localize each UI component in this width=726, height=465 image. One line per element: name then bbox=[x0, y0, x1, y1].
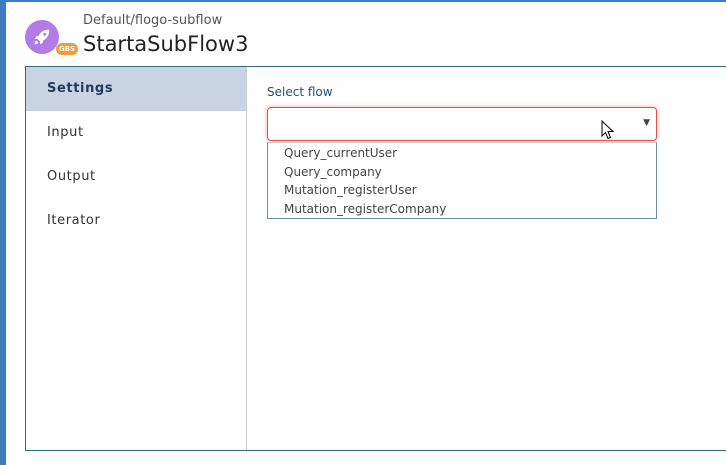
sidebar-item-label: Settings bbox=[47, 81, 114, 96]
chevron-down-icon: ▼ bbox=[643, 118, 650, 128]
sidebar-item-label: Input bbox=[47, 125, 84, 140]
select-flow-dropdown[interactable]: ▼ bbox=[267, 107, 657, 141]
top-accent-bar bbox=[0, 0, 726, 2]
flow-option[interactable]: Mutation_registerUser bbox=[268, 181, 656, 200]
page-title: StartaSubFlow3 bbox=[83, 32, 249, 56]
sidebar-item-settings[interactable]: Settings bbox=[26, 67, 246, 111]
app-badge: GBS bbox=[56, 43, 78, 55]
mouse-pointer-icon bbox=[601, 120, 615, 140]
sidebar-item-label: Iterator bbox=[47, 213, 101, 228]
config-sidebar: Settings Input Output Iterator bbox=[26, 67, 247, 450]
flow-option[interactable]: Query_company bbox=[268, 163, 656, 182]
sidebar-item-label: Output bbox=[47, 169, 96, 184]
flow-option[interactable]: Mutation_registerCompany bbox=[268, 200, 656, 219]
rocket-icon bbox=[25, 20, 59, 54]
sidebar-item-iterator[interactable]: Iterator bbox=[26, 199, 246, 243]
activity-config-panel: Settings Input Output Iterator Select fl… bbox=[25, 66, 726, 451]
breadcrumb: Default/flogo-subflow bbox=[83, 13, 223, 28]
flow-options-list: Query_currentUser Query_company Mutation… bbox=[267, 142, 657, 219]
rocket-icon-glyph bbox=[34, 29, 50, 45]
settings-content: Select flow ▼ Query_currentUser Query_co… bbox=[247, 67, 726, 450]
flow-option[interactable]: Query_currentUser bbox=[268, 144, 656, 163]
left-accent-bar bbox=[0, 0, 6, 465]
app-window: GBS Default/flogo-subflow StartaSubFlow3… bbox=[0, 0, 726, 465]
sidebar-item-output[interactable]: Output bbox=[26, 155, 246, 199]
sidebar-item-input[interactable]: Input bbox=[26, 111, 246, 155]
select-flow-label: Select flow bbox=[267, 85, 333, 99]
